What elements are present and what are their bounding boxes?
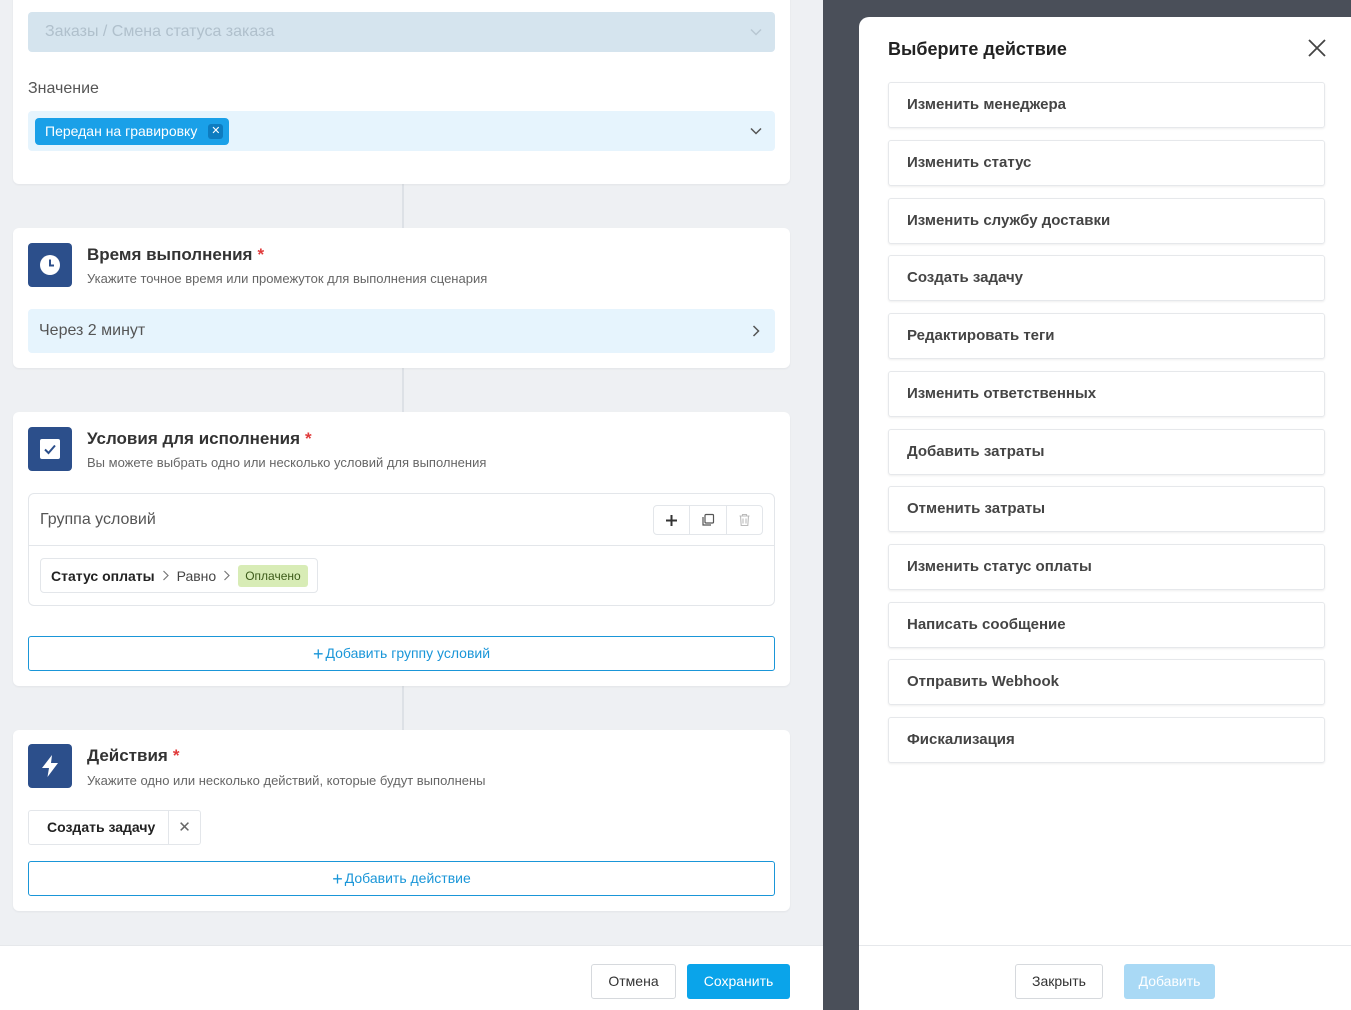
trigger-card: Заказы / Смена статуса заказа Значение П…: [13, 0, 790, 184]
trash-icon: [739, 513, 750, 527]
plus-icon: +: [312, 644, 324, 664]
action-option-send-webhook[interactable]: Отправить Webhook: [888, 659, 1325, 705]
execution-time-card: Время выполнения * Укажите точное время и…: [13, 228, 790, 368]
required-mark: *: [257, 245, 265, 264]
action-option-change-status[interactable]: Изменить статус: [888, 140, 1325, 186]
condition-field: Статус оплаты: [51, 567, 155, 584]
action-option-change-responsible[interactable]: Изменить ответственных: [888, 371, 1325, 417]
trigger-event-select: Заказы / Смена статуса заказа: [28, 12, 775, 52]
required-mark: *: [172, 746, 180, 765]
section-subtitle: Вы можете выбрать одно или несколько усл…: [87, 455, 487, 470]
condition-group-header: Группа условий: [29, 494, 774, 546]
select-action-modal: Выберите действие Изменить менеджера Изм…: [859, 17, 1351, 1010]
action-option-change-manager[interactable]: Изменить менеджера: [888, 82, 1325, 128]
cancel-button[interactable]: Отмена: [591, 964, 676, 999]
action-option-fiscalization[interactable]: Фискализация: [888, 717, 1325, 763]
add-condition-group-label: Добавить группу условий: [325, 645, 491, 661]
section-title: Действия *: [87, 746, 180, 765]
save-button[interactable]: Сохранить: [687, 964, 790, 999]
close-icon[interactable]: [1307, 38, 1327, 58]
condition-group-title: Группа условий: [40, 511, 156, 528]
remove-action-button[interactable]: ✕: [168, 811, 200, 844]
chevron-right-icon: [752, 325, 760, 337]
selected-action-label: Создать задачу: [47, 819, 156, 835]
conditions-card: Условия для исполнения * Вы можете выбрат…: [13, 412, 790, 686]
chevron-down-icon: [750, 28, 762, 36]
add-condition-group-button[interactable]: + Добавить группу условий: [28, 636, 775, 671]
action-option-change-payment-status[interactable]: Изменить статус оплаты: [888, 544, 1325, 590]
scenario-editor: Заказы / Смена статуса заказа Значение П…: [0, 0, 823, 1010]
remove-tag-icon[interactable]: ✕: [208, 124, 224, 139]
execution-time-value: Через 2 минут: [39, 322, 146, 339]
value-tag-text: Передан на гравировку: [45, 123, 198, 139]
value-label: Значение: [28, 80, 99, 97]
flow-connector: [402, 368, 404, 412]
copy-group-button[interactable]: [690, 506, 727, 534]
modal-footer: Закрыть Добавить: [859, 945, 1351, 1010]
actions-card: Действия * Укажите одно или несколько дей…: [13, 730, 790, 911]
value-tag: Передан на гравировку ✕: [35, 118, 230, 145]
flow-connector: [402, 686, 404, 730]
action-option-change-delivery[interactable]: Изменить службу доставки: [888, 198, 1325, 244]
action-option-edit-tags[interactable]: Редактировать теги: [888, 313, 1325, 359]
copy-icon: [702, 513, 715, 526]
plus-icon: [666, 514, 678, 526]
action-option-cancel-costs[interactable]: Отменить затраты: [888, 486, 1325, 532]
flow-connector: [402, 184, 404, 228]
add-button[interactable]: Добавить: [1124, 964, 1215, 999]
add-action-label: Добавить действие: [344, 870, 471, 886]
chevron-down-icon[interactable]: [749, 124, 763, 138]
section-title: Время выполнения *: [87, 245, 265, 264]
close-button[interactable]: Закрыть: [1015, 964, 1103, 999]
delete-group-button[interactable]: [727, 506, 762, 534]
selected-action-chip[interactable]: Создать задачу ✕: [28, 810, 201, 845]
add-condition-button[interactable]: [654, 506, 691, 534]
trigger-event-text: Заказы / Смена статуса заказа: [45, 23, 275, 40]
clock-icon: [28, 243, 72, 287]
checkbox-icon: [28, 427, 72, 471]
execution-time-select[interactable]: Через 2 минут: [28, 309, 775, 353]
condition-group: Группа условий Статус оплаты Равно Оплач…: [28, 493, 775, 606]
section-title: Условия для исполнения *: [87, 429, 312, 448]
action-option-write-message[interactable]: Написать сообщение: [888, 602, 1325, 648]
condition-value-badge: Оплачено: [238, 564, 308, 587]
add-action-button[interactable]: + Добавить действие: [28, 861, 775, 896]
section-subtitle: Укажите точное время или промежуток для …: [87, 271, 488, 286]
action-option-create-task[interactable]: Создать задачу: [888, 255, 1325, 301]
chevron-right-icon: [224, 570, 231, 581]
editor-footer: Отмена Сохранить: [0, 945, 823, 1010]
condition-rule[interactable]: Статус оплаты Равно Оплачено: [40, 558, 318, 593]
modal-title: Выберите действие: [888, 39, 1067, 59]
lightning-icon: [28, 744, 72, 788]
plus-icon: +: [332, 869, 343, 889]
condition-operator: Равно: [176, 567, 217, 584]
action-option-add-costs[interactable]: Добавить затраты: [888, 429, 1325, 475]
value-select[interactable]: Передан на гравировку ✕: [28, 111, 775, 151]
section-subtitle: Укажите одно или несколько действий, кот…: [87, 773, 486, 788]
condition-group-toolbar: [653, 505, 763, 535]
required-mark: *: [305, 429, 312, 448]
chevron-right-icon: [162, 570, 169, 581]
